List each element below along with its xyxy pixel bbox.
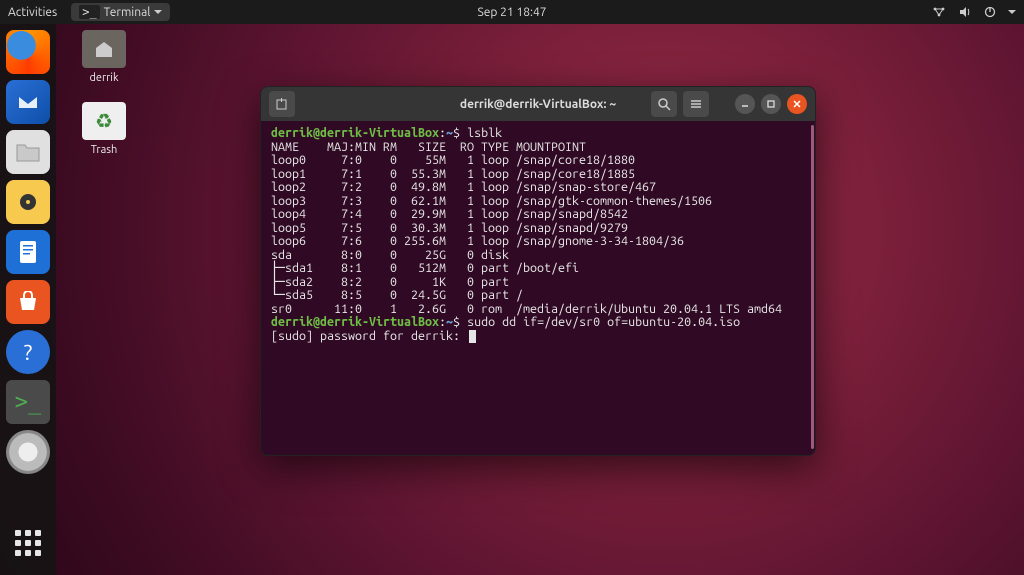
dock-software[interactable] [6,280,50,324]
prompt-user: derrik@derrik-VirtualBox [271,126,439,140]
dock-files[interactable] [6,130,50,174]
command-1: lsblk [467,126,502,140]
dock-firefox[interactable] [6,30,50,74]
window-close-button[interactable] [787,94,807,114]
sudo-prompt: [sudo] password for derrik: [271,329,467,343]
app-menu-button[interactable]: >_ Terminal [71,3,170,21]
power-icon[interactable] [984,6,996,18]
lsblk-row: ├─sda2 8:2 0 1K 0 part [271,275,516,289]
lsblk-row: sda 8:0 0 25G 0 disk [271,248,516,262]
terminal-content[interactable]: derrik@derrik-VirtualBox:~$ lsblk NAME M… [261,121,811,451]
desktop-icons: derrik ♻ Trash [72,30,136,156]
desktop-home-folder[interactable]: derrik [72,30,136,84]
lsblk-row: loop0 7:0 0 55M 1 loop /snap/core18/1880 [271,153,635,167]
lsblk-row: loop2 7:2 0 49.8M 1 loop /snap/snap-stor… [271,180,656,194]
activities-button[interactable]: Activities [8,6,57,19]
prompt-user: derrik@derrik-VirtualBox [271,315,439,329]
window-maximize-button[interactable] [761,94,781,114]
desktop-home-label: derrik [72,72,136,84]
new-tab-button[interactable] [269,91,295,117]
lsblk-row: ├─sda1 8:1 0 512M 0 part /boot/efi [271,261,579,275]
window-title: derrik@derrik-VirtualBox: ~ [460,98,616,111]
lsblk-row: loop5 7:5 0 30.3M 1 loop /snap/snapd/927… [271,221,628,235]
dock-disc[interactable] [6,430,50,474]
volume-icon[interactable] [958,6,972,18]
dock-writer[interactable] [6,230,50,274]
command-2: sudo dd if=/dev/sr0 of=ubuntu-20.04.iso [467,315,740,329]
dock-thunderbird[interactable] [6,80,50,124]
app-menu-label: Terminal [104,6,151,19]
show-applications-button[interactable] [6,521,50,565]
clock[interactable]: Sep 21 18:47 [478,6,547,19]
dock-rhythmbox[interactable] [6,180,50,224]
lsblk-row: loop3 7:3 0 62.1M 1 loop /snap/gtk-commo… [271,194,712,208]
top-bar: Activities >_ Terminal Sep 21 18:47 [0,0,1024,24]
lsblk-row: loop4 7:4 0 29.9M 1 loop /snap/snapd/854… [271,207,628,221]
window-titlebar[interactable]: derrik@derrik-VirtualBox: ~ [261,87,815,121]
system-menu-chevron-icon[interactable] [1008,10,1016,14]
terminal-scrollbar[interactable] [811,125,814,449]
hamburger-menu-button[interactable] [683,91,709,117]
chevron-down-icon [154,10,162,14]
search-button[interactable] [651,91,677,117]
terminal-window: derrik@derrik-VirtualBox: ~ derrik@derri… [260,86,816,456]
desktop-trash[interactable]: ♻ Trash [72,102,136,156]
home-icon [82,30,126,68]
lsblk-row: loop1 7:1 0 55.3M 1 loop /snap/core18/18… [271,167,635,181]
desktop-trash-label: Trash [72,144,136,156]
lsblk-row: └─sda5 8:5 0 24.5G 0 part / [271,288,523,302]
network-icon[interactable] [932,6,946,18]
dock-terminal[interactable]: >_ [6,380,50,424]
lsblk-row: loop6 7:6 0 255.6M 1 loop /snap/gnome-3-… [271,234,684,248]
cursor [469,330,476,343]
dock-help[interactable]: ? [6,330,50,374]
window-minimize-button[interactable] [735,94,755,114]
trash-icon: ♻ [82,102,126,140]
dock: ? >_ [0,24,56,575]
prompt-path: ~ [446,126,453,140]
lsblk-row: sr0 11:0 1 2.6G 0 rom /media/derrik/Ubun… [271,302,782,316]
terminal-icon: >_ [79,5,99,19]
prompt-path: ~ [446,315,453,329]
lsblk-header: NAME MAJ:MIN RM SIZE RO TYPE MOUNTPOINT [271,140,586,154]
